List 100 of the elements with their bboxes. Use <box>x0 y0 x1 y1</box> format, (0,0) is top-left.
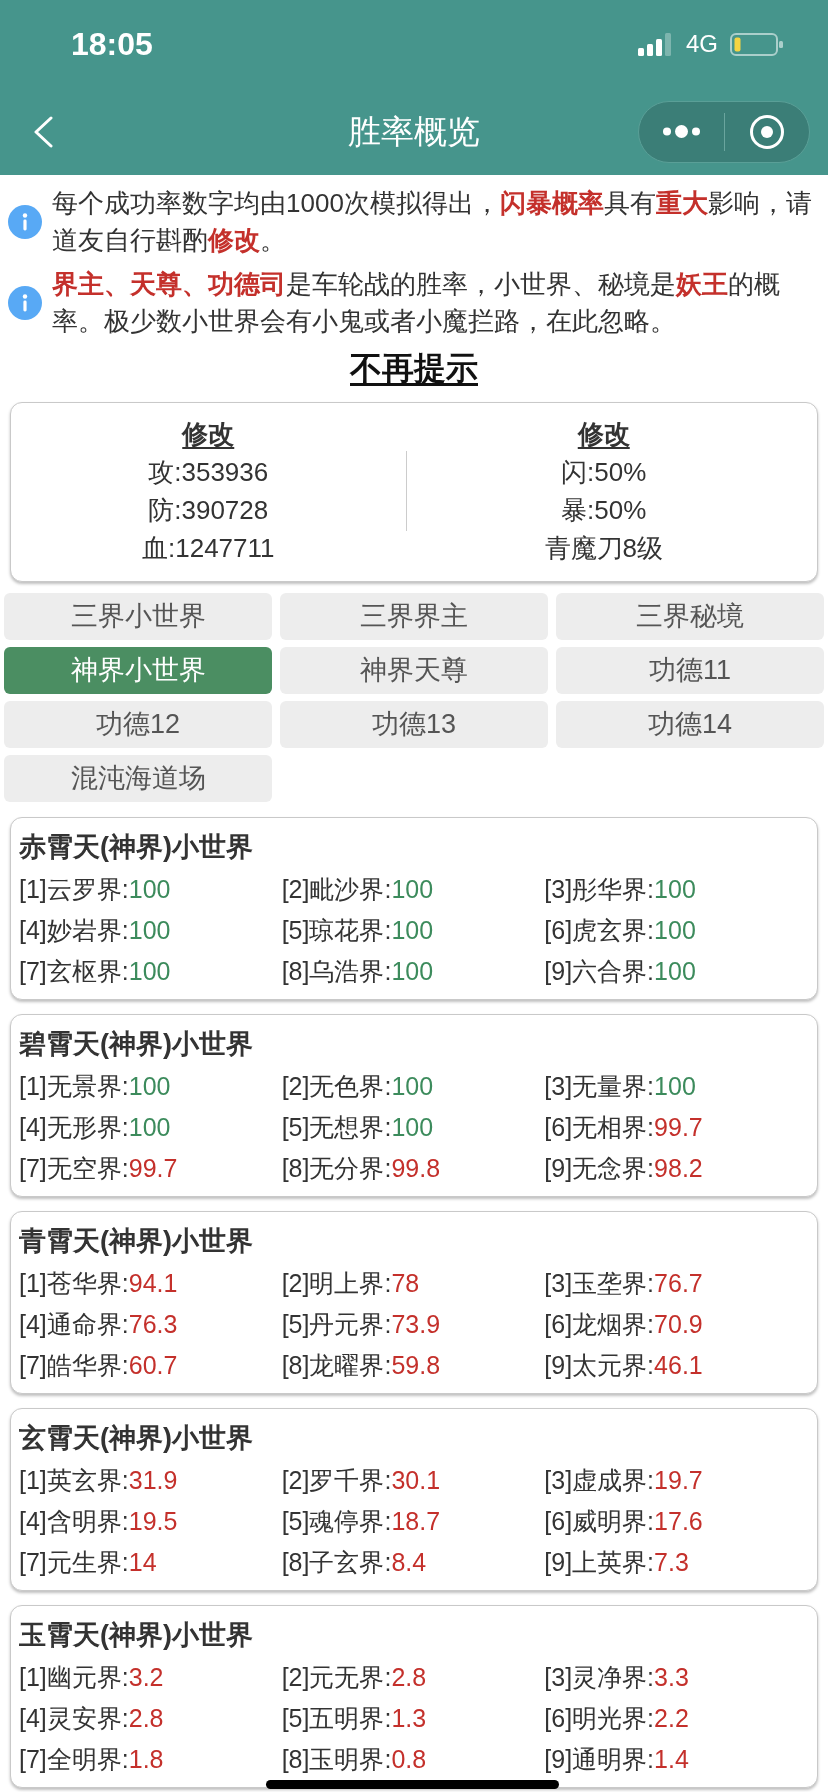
win-rate: 99.7 <box>128 1152 178 1184</box>
world-name: [9]通明界: <box>544 1743 655 1775</box>
win-rate: 73.9 <box>391 1308 441 1340</box>
category-tab[interactable]: 功德12 <box>4 701 272 748</box>
stat-text: 血:1247711 <box>142 532 275 565</box>
world-name: [5]魂停界: <box>281 1505 392 1537</box>
notice-text: 界主、天尊、功德司是车轮战的胜率，小世界、秘境是妖王的概率。极少数小世界会有小鬼或者小魔拦路，在此忽略。 <box>52 268 781 338</box>
world-name: [3]虚成界: <box>544 1464 655 1496</box>
world-name: [9]六合界: <box>544 955 655 987</box>
win-rate: 76.7 <box>654 1267 703 1299</box>
category-tab[interactable]: 三界秘境 <box>556 593 824 640</box>
win-rate: 78 <box>391 1267 420 1299</box>
win-rate: 3.2 <box>128 1661 164 1693</box>
notice-text: 每个成功率数字均由1000次模拟得出，闪暴概率具有重大影响，请道友自行斟酌修改。 <box>52 187 813 257</box>
world-name: [4]通命界: <box>19 1308 129 1340</box>
world-name: [7]皓华界: <box>19 1349 129 1381</box>
win-rate: 19.5 <box>128 1505 178 1537</box>
world-name: [1]云罗界: <box>19 873 129 905</box>
win-rate: 59.8 <box>391 1349 441 1381</box>
world-name: [5]丹元界: <box>281 1308 392 1340</box>
world-name: [4]灵安界: <box>19 1702 129 1734</box>
win-rate: 100 <box>128 914 171 946</box>
category-tab[interactable]: 神界天尊 <box>280 647 548 694</box>
page-title: 胜率概览 <box>348 111 480 152</box>
network-label: 4G <box>686 32 718 56</box>
world-name: [6]无相界: <box>544 1111 655 1143</box>
more-dots-icon <box>662 125 700 138</box>
win-rate: 99.7 <box>654 1111 703 1143</box>
win-rate: 100 <box>391 1111 434 1143</box>
world-name: [4]妙岩界: <box>19 914 129 946</box>
world-name: [3]彤华界: <box>544 873 655 905</box>
world-name: [9]太元界: <box>544 1349 655 1381</box>
category-tab[interactable]: 混沌海道场 <box>4 755 272 802</box>
world-name: [5]五明界: <box>281 1702 392 1734</box>
world-name: [7]玄枢界: <box>19 955 129 987</box>
stat-text: 青魔刀8级 <box>544 532 663 565</box>
win-rate: 46.1 <box>654 1349 703 1381</box>
battery-icon <box>730 32 783 56</box>
win-rate: 100 <box>654 955 696 987</box>
category-tab[interactable]: 功德11 <box>556 647 824 694</box>
win-rate: 7.3 <box>654 1546 689 1578</box>
world-name: [9]上英界: <box>544 1546 655 1578</box>
group-title: 青霄天(神界)小世界 <box>19 1225 253 1258</box>
group-title: 玄霄天(神界)小世界 <box>19 1422 253 1455</box>
world-name: [2]明上界: <box>281 1267 392 1299</box>
category-tab[interactable]: 神界小世界 <box>4 647 272 694</box>
win-rate: 99.8 <box>391 1152 441 1184</box>
world-name: [1]幽元界: <box>19 1661 129 1693</box>
win-rate: 100 <box>654 914 696 946</box>
status-time: 18:05 <box>71 28 153 60</box>
edit-link[interactable]: 修改 <box>182 415 235 453</box>
world-name: [2]无色界: <box>281 1070 392 1102</box>
world-name: [2]毗沙界: <box>281 873 392 905</box>
world-name: [3]玉垄界: <box>544 1267 655 1299</box>
world-name: [1]英玄界: <box>19 1464 129 1496</box>
world-name: [1]无景界: <box>19 1070 129 1102</box>
category-tab[interactable]: 三界界主 <box>280 593 548 640</box>
group-title: 赤霄天(神界)小世界 <box>19 831 253 864</box>
win-rate: 1.3 <box>391 1702 427 1734</box>
stat-text: 攻:353936 <box>148 456 269 489</box>
win-rate: 100 <box>128 1070 171 1102</box>
world-name: [8]无分界: <box>281 1152 392 1184</box>
win-rate: 100 <box>128 873 171 905</box>
win-rate: 2.8 <box>128 1702 164 1734</box>
world-name: [7]全明界: <box>19 1743 129 1775</box>
info-icon <box>8 205 42 239</box>
world-name: [7]无空界: <box>19 1152 129 1184</box>
world-name: [6]龙烟界: <box>544 1308 655 1340</box>
info-icon <box>8 286 42 320</box>
world-name: [9]无念界: <box>544 1152 655 1184</box>
world-name: [5]琼花界: <box>281 914 392 946</box>
category-tab[interactable]: 三界小世界 <box>4 593 272 640</box>
category-tab[interactable]: 功德14 <box>556 701 824 748</box>
world-name: [8]龙曜界: <box>281 1349 392 1381</box>
group-title: 碧霄天(神界)小世界 <box>19 1028 253 1061</box>
world-name: [1]苍华界: <box>19 1267 129 1299</box>
world-name: [3]灵净界: <box>544 1661 655 1693</box>
win-rate: 3.3 <box>654 1661 689 1693</box>
win-rate: 100 <box>654 873 696 905</box>
win-rate: 100 <box>654 1070 696 1102</box>
win-rate: 1.8 <box>128 1743 164 1775</box>
chevron-left-icon <box>33 115 53 148</box>
win-rate: 94.1 <box>128 1267 178 1299</box>
world-name: [6]虎玄界: <box>544 914 655 946</box>
world-name: [6]威明界: <box>544 1505 655 1537</box>
win-rate: 31.9 <box>128 1464 178 1496</box>
world-name: [2]元无界: <box>281 1661 392 1693</box>
win-rate: 18.7 <box>391 1505 441 1537</box>
edit-link[interactable]: 修改 <box>577 415 630 453</box>
win-rate: 30.1 <box>391 1464 441 1496</box>
win-rate: 60.7 <box>128 1349 178 1381</box>
stat-text: 闪:50% <box>561 456 647 489</box>
win-rate: 100 <box>391 1070 434 1102</box>
win-rate: 70.9 <box>654 1308 703 1340</box>
category-tab[interactable]: 功德13 <box>280 701 548 748</box>
win-rate: 100 <box>391 873 434 905</box>
win-rate: 100 <box>391 955 434 987</box>
dismiss-link[interactable]: 不再提示 <box>350 349 478 387</box>
stat-text: 暴:50% <box>561 494 647 527</box>
ring-dot-icon <box>749 114 784 149</box>
